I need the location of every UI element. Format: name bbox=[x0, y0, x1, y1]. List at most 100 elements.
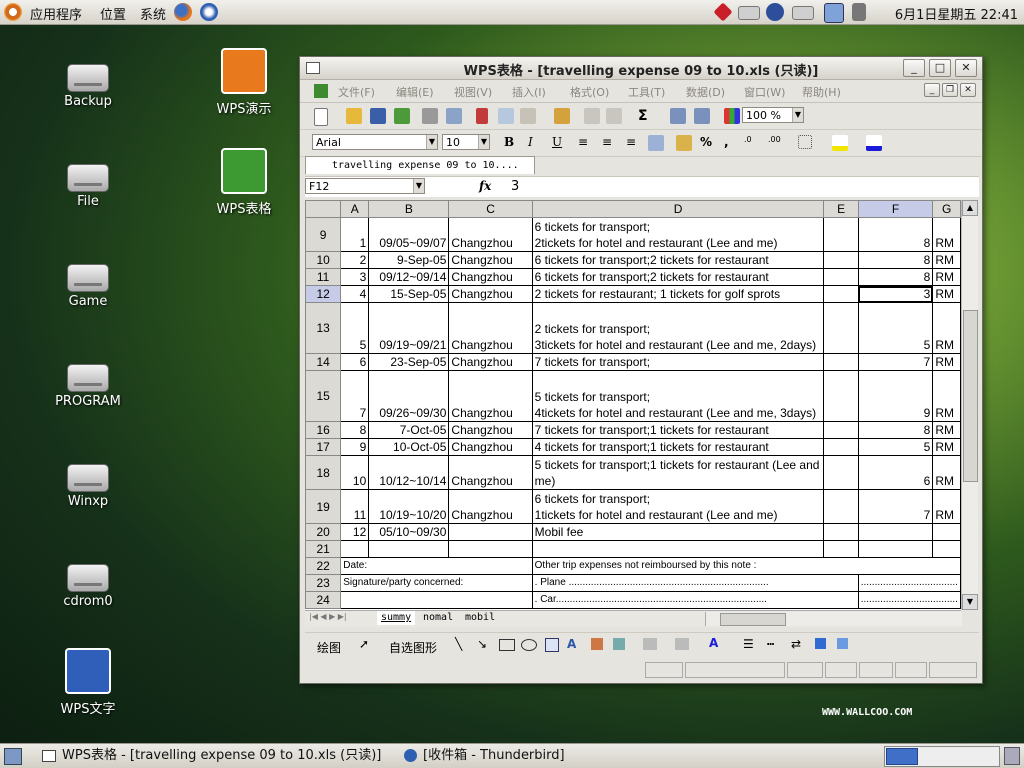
cell-currency[interactable]: RM bbox=[932, 268, 961, 286]
currency-icon[interactable] bbox=[676, 135, 692, 151]
undo-icon[interactable] bbox=[584, 108, 600, 124]
cell-amount[interactable]: 8 bbox=[857, 251, 934, 269]
cell-city[interactable] bbox=[448, 523, 533, 541]
close-button[interactable]: ✕ bbox=[955, 59, 977, 77]
column-header[interactable]: A bbox=[340, 200, 370, 218]
cell-description[interactable]: 2 tickets for restaurant; 1 tickets for … bbox=[531, 285, 825, 303]
cell-date[interactable]: 09/26~09/30 bbox=[368, 370, 450, 422]
taskbar-item-thunderbird[interactable]: [收件箱 - Thunderbird] bbox=[404, 746, 704, 766]
align-left-icon[interactable]: ≡ bbox=[578, 135, 594, 151]
arrow-style-icon[interactable]: ⇄ bbox=[791, 637, 801, 651]
cell-date[interactable]: 09/05~09/07 bbox=[368, 217, 450, 252]
cell-city[interactable]: Changzhou bbox=[448, 455, 533, 490]
sheet-tab-mobil[interactable]: mobil bbox=[461, 611, 499, 625]
row-header[interactable]: 9 bbox=[305, 217, 342, 252]
cell-city[interactable]: Changzhou bbox=[448, 217, 533, 252]
vertical-scrollbar[interactable]: ▲ ▼ bbox=[961, 200, 978, 610]
taskbar-item-wps[interactable]: WPS表格 - [travelling expense 09 to 10.xls… bbox=[42, 746, 394, 766]
font-color-icon[interactable] bbox=[866, 135, 882, 151]
trip-expenses-note[interactable]: Other trip expenses not reimboursed by t… bbox=[531, 557, 961, 575]
wordart-icon[interactable]: A bbox=[567, 637, 576, 651]
cell-amount[interactable]: 6 bbox=[857, 455, 934, 490]
cell-description[interactable]: 6 tickets for transport; 1tickets for hot… bbox=[531, 489, 825, 524]
sheet-tab-summy[interactable]: summy bbox=[377, 611, 416, 625]
cell-e[interactable] bbox=[823, 455, 859, 490]
save-icon[interactable] bbox=[370, 108, 386, 124]
cell-index[interactable]: 11 bbox=[340, 489, 370, 524]
cell-description[interactable]: 6 tickets for transport;2 tickets for re… bbox=[531, 251, 825, 269]
cell-amount[interactable]: 9 bbox=[857, 370, 934, 422]
decrease-decimal-icon[interactable]: .00 bbox=[768, 135, 784, 151]
cell-amount[interactable]: 7 bbox=[857, 353, 934, 371]
corner-cell[interactable] bbox=[305, 200, 342, 218]
cell-e[interactable] bbox=[823, 268, 859, 286]
title-bar[interactable]: WPS表格 - [travelling expense 09 to 10.xls… bbox=[300, 57, 982, 80]
printer-icon[interactable] bbox=[738, 6, 760, 20]
bold-icon[interactable]: B bbox=[504, 135, 520, 151]
app-icon[interactable] bbox=[314, 84, 328, 98]
cell-city[interactable]: Changzhou bbox=[448, 353, 533, 371]
empty-cell[interactable] bbox=[340, 591, 533, 609]
row-header[interactable]: 16 bbox=[305, 421, 342, 439]
picture-icon[interactable] bbox=[613, 638, 625, 650]
dash-style-icon[interactable]: ┅ bbox=[767, 637, 774, 651]
applications-menu[interactable]: 应用程序 bbox=[30, 4, 82, 23]
maximize-button[interactable]: □ bbox=[929, 59, 951, 77]
desktop-icon-cdrom[interactable]: cdrom0 bbox=[38, 556, 138, 609]
cell-city[interactable]: Changzhou bbox=[448, 489, 533, 524]
cell-index[interactable]: 8 bbox=[340, 421, 370, 439]
trash-icon[interactable] bbox=[1004, 747, 1020, 765]
align-right-icon[interactable]: ≡ bbox=[626, 135, 642, 151]
column-header[interactable]: C bbox=[448, 200, 533, 218]
cell-description[interactable]: 7 tickets for transport; bbox=[531, 353, 825, 371]
media-play-icon[interactable] bbox=[766, 3, 784, 21]
doc-close-button[interactable]: ✕ bbox=[960, 83, 976, 97]
row-header[interactable]: 10 bbox=[305, 251, 342, 269]
cell-date[interactable]: 23-Sep-05 bbox=[368, 353, 450, 371]
cell-index[interactable]: 6 bbox=[340, 353, 370, 371]
fx-label[interactable]: fx bbox=[479, 179, 491, 193]
cell-e[interactable] bbox=[823, 438, 859, 456]
cell-currency[interactable]: RM bbox=[932, 302, 961, 354]
cell-description[interactable]: 5 tickets for transport;1 tickets for re… bbox=[531, 455, 825, 490]
scroll-thumb[interactable] bbox=[963, 310, 978, 482]
row-header[interactable]: 12 bbox=[305, 285, 342, 303]
row-header[interactable]: 23 bbox=[305, 574, 342, 592]
network-icon[interactable] bbox=[824, 3, 844, 23]
hscroll-thumb[interactable] bbox=[720, 613, 786, 626]
menu-insert[interactable]: 插入(I) bbox=[512, 84, 546, 100]
draw-menu[interactable]: 绘图 bbox=[317, 639, 341, 656]
autosum-icon[interactable]: Σ bbox=[638, 108, 654, 124]
underline-icon[interactable]: U bbox=[552, 135, 568, 151]
cell-e[interactable] bbox=[823, 302, 859, 354]
signature-label[interactable]: Signature/party concerned: bbox=[340, 574, 533, 592]
desktop-icon-wps-present[interactable]: WPS演示 bbox=[194, 48, 294, 117]
zoom-select[interactable]: 100 % ▼ bbox=[742, 107, 804, 123]
cell-city[interactable]: Changzhou bbox=[448, 268, 533, 286]
cell-city[interactable]: Changzhou bbox=[448, 438, 533, 456]
cell-e[interactable] bbox=[823, 421, 859, 439]
font-size-select[interactable]: 10 ▼ bbox=[442, 134, 490, 150]
cell-index[interactable]: 4 bbox=[340, 285, 370, 303]
car-dots[interactable]: ................................... bbox=[857, 591, 961, 609]
row-header[interactable]: 18 bbox=[305, 455, 342, 490]
print-icon[interactable] bbox=[422, 108, 438, 124]
cell-city[interactable] bbox=[448, 540, 533, 558]
firefox-icon[interactable] bbox=[174, 3, 192, 21]
cell-description[interactable]: 6 tickets for transport; 2tickets for hot… bbox=[531, 217, 825, 252]
plane-line[interactable]: . Plane ................................… bbox=[531, 574, 859, 592]
row-header[interactable]: 13 bbox=[305, 302, 342, 354]
cell-e[interactable] bbox=[823, 217, 859, 252]
export-icon[interactable] bbox=[394, 108, 410, 124]
3d-icon[interactable] bbox=[837, 638, 848, 649]
document-tab[interactable]: travelling expense 09 to 10.... bbox=[305, 156, 535, 174]
sort-ascending-icon[interactable] bbox=[670, 108, 686, 124]
row-header[interactable]: 22 bbox=[305, 557, 342, 575]
row-header[interactable]: 15 bbox=[305, 370, 342, 422]
desktop-icon-program[interactable]: PROGRAM bbox=[38, 356, 138, 409]
merge-cells-icon[interactable] bbox=[648, 135, 664, 151]
clock[interactable]: 6月1日星期五 22:41 bbox=[895, 4, 1018, 23]
places-menu[interactable]: 位置 bbox=[100, 4, 126, 23]
cell-currency[interactable]: RM bbox=[932, 421, 961, 439]
cell-index[interactable]: 7 bbox=[340, 370, 370, 422]
